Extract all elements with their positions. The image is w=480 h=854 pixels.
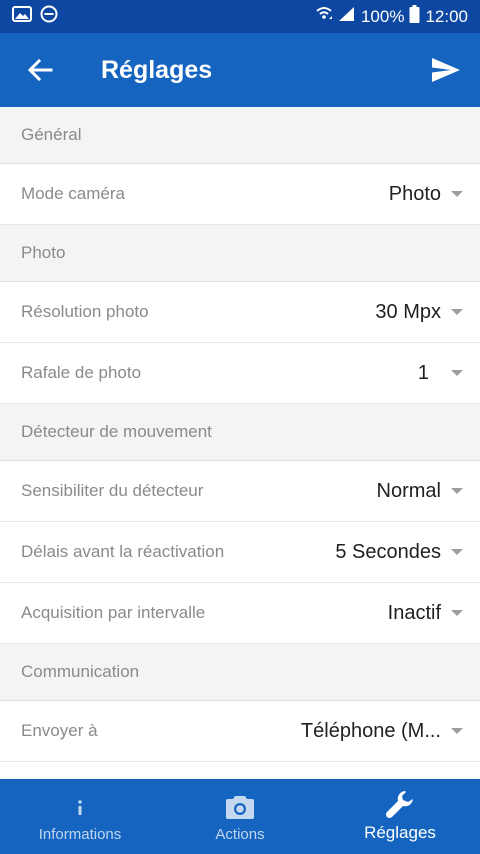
setting-label: Délais avant la réactivation [21,542,225,561]
section-header-photo: Photo [0,225,480,282]
setting-dropdown[interactable]: 1 [418,362,463,385]
info-icon [75,793,85,821]
gallery-notification-icon [12,6,32,27]
nav-reglages[interactable]: Réglages [320,779,480,854]
setting-label: Résolution photo [21,302,149,321]
camera-icon [225,793,255,821]
dropdown-arrow-icon [451,191,463,197]
setting-label: Sensibiliter du détecteur [21,481,204,500]
setting-value: 5 Secondes [335,540,441,563]
setting-label: Envoyer à [21,721,98,740]
app-bar: Réglages [0,33,480,107]
status-bar: 100% 12:00 [0,0,480,33]
signal-icon [338,6,356,27]
setting-value: 30 Mpx [375,300,441,323]
setting-value: 1 [417,361,429,384]
nav-label: Actions [215,826,265,843]
nav-informations[interactable]: Informations [0,779,160,854]
setting-value: Photo [388,182,441,205]
dropdown-arrow-icon [451,549,463,555]
clock: 12:00 [425,6,468,26]
settings-list[interactable]: Général Mode caméra Photo Photo Résoluti… [0,107,480,779]
dropdown-arrow-icon [451,728,463,734]
arrow-back-icon [27,58,53,82]
setting-resolution-photo[interactable]: Résolution photo 30 Mpx [0,282,480,343]
setting-mode-camera[interactable]: Mode caméra Photo [0,164,480,225]
section-header-communication: Communication [0,644,480,701]
setting-label: Rafale de photo [21,363,142,382]
section-header-label: Général [21,125,82,144]
wifi-icon [315,5,333,28]
setting-value: Inactif [387,601,441,624]
setting-acquisition-intervalle[interactable]: Acquisition par intervalle Inactif [0,583,480,644]
status-bar-left [12,5,58,28]
do-not-disturb-icon [40,5,58,28]
send-icon [432,58,460,82]
dropdown-arrow-icon [451,370,463,376]
nav-label: Informations [38,826,122,843]
setting-dropdown[interactable]: Téléphone (M... [301,720,463,743]
setting-dropdown[interactable]: Inactif [388,602,463,625]
send-button[interactable] [424,50,468,90]
dropdown-arrow-icon [451,488,463,494]
wrench-icon [385,790,415,819]
dropdown-arrow-icon [451,309,463,315]
setting-delais-reactivation[interactable]: Délais avant la réactivation 5 Secondes [0,522,480,583]
dropdown-arrow-icon [451,610,463,616]
setting-dropdown[interactable]: Photo [389,183,463,206]
setting-dropdown[interactable]: Normal [377,480,463,503]
section-header-label: Détecteur de mouvement [21,422,212,441]
page-title: Réglages [101,56,213,84]
setting-value: Normal [376,479,441,502]
status-bar-right: 100% 12:00 [315,5,468,28]
bottom-navigation: Informations Actions Réglages [0,779,480,854]
setting-label: Mode caméra [21,184,125,203]
setting-sensibilite[interactable]: Sensibiliter du détecteur Normal [0,461,480,522]
back-button[interactable] [20,52,60,88]
section-header-general: Général [0,107,480,164]
section-header-motion-detector: Détecteur de mouvement [0,404,480,461]
section-header-label: Communication [21,662,140,681]
nav-label: Réglages [364,823,436,842]
setting-rafale-photo[interactable]: Rafale de photo 1 [0,343,480,404]
setting-row-partial[interactable] [0,762,480,779]
setting-dropdown[interactable]: 5 Secondes [335,541,463,564]
battery-icon [409,5,420,28]
battery-percent: 100% [360,6,405,26]
setting-label: Acquisition par intervalle [21,603,206,622]
section-header-label: Photo [21,243,66,262]
setting-dropdown[interactable]: 30 Mpx [375,301,463,324]
setting-envoyer-a[interactable]: Envoyer à Téléphone (M... [0,701,480,762]
setting-value: Téléphone (M... [300,719,441,742]
nav-actions[interactable]: Actions [160,779,320,854]
